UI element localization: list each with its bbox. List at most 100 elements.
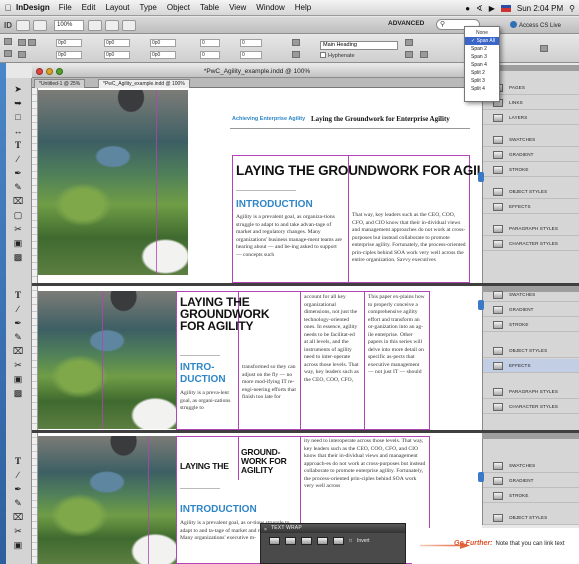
menu-window[interactable]: Window	[256, 3, 284, 12]
menu-app-name[interactable]: InDesign	[16, 3, 50, 12]
page3-heading-left[interactable]: LAYING THE	[180, 461, 229, 471]
page3-heading-right[interactable]: GROUND-WORK FOR AGILITY	[241, 448, 297, 475]
panel-layers[interactable]: LAYERS	[483, 111, 579, 125]
type-tool-icon-2[interactable]: T	[12, 290, 24, 301]
bulleted-list-icon[interactable]	[292, 39, 300, 46]
page1-intro[interactable]: INTRODUCTION	[236, 199, 313, 210]
page3-intro[interactable]: INTRODUCTION	[180, 504, 257, 515]
line-tool-icon-3[interactable]: ∕	[12, 470, 24, 481]
span-columns-icon[interactable]	[420, 51, 428, 58]
panel-object-styles[interactable]: OBJECT STYLES	[483, 185, 579, 199]
close-window-icon[interactable]	[36, 68, 43, 75]
rectangle-frame-tool-icon[interactable]: ⌧	[12, 196, 24, 207]
page2-column-1[interactable]: Agility is a preva-lent goal, as organi-…	[180, 390, 234, 426]
drop-cap-lines-field[interactable]: 0	[200, 39, 220, 47]
numbered-list-icon[interactable]	[292, 51, 300, 58]
menu-type[interactable]: Type	[140, 3, 157, 12]
invert-checkbox[interactable]: □	[349, 538, 352, 544]
span-option-split-2[interactable]: Split 2	[465, 69, 499, 77]
wrap-object-shape-icon[interactable]	[301, 537, 312, 545]
shading-field[interactable]: 0	[240, 39, 262, 47]
panel-stroke-3[interactable]: STROKE	[483, 489, 579, 503]
panel-gradient[interactable]: GRADIENT	[483, 148, 579, 162]
close-panel-icon[interactable]: ×	[264, 526, 267, 535]
scissors-tool-icon[interactable]: ✂	[12, 224, 24, 235]
zoom-window-icon[interactable]	[56, 68, 63, 75]
panel-paragraph-styles[interactable]: PARAGRAPH STYLES	[483, 222, 579, 236]
panel-effects-2[interactable]: EFFECTS	[483, 359, 579, 373]
line-tool-icon-2[interactable]: ∕	[12, 304, 24, 315]
drop-cap-chars-field[interactable]: 0	[200, 51, 220, 59]
span-option-none[interactable]: None	[465, 29, 499, 37]
right-indent-field[interactable]: 0p0	[104, 39, 130, 47]
menu-view[interactable]: View	[229, 3, 246, 12]
panel-character-styles-2[interactable]: CHARACTER STYLES	[483, 400, 579, 414]
photo-frame-2[interactable]	[38, 291, 176, 429]
page2-column-2[interactable]: transformed so they can adjust on the fl…	[242, 364, 296, 426]
arrange-documents-button[interactable]	[122, 19, 136, 31]
photo-frame-3[interactable]	[38, 436, 176, 564]
panel-gradient-2[interactable]: GRADIENT	[483, 303, 579, 317]
screen-mode-button[interactable]	[105, 19, 119, 31]
scissors-tool-icon-2[interactable]: ✂	[12, 360, 24, 371]
menu-table[interactable]: Table	[200, 3, 219, 12]
free-transform-tool-icon-2[interactable]: ▣	[12, 374, 24, 385]
panel-swatches-3[interactable]: SWATCHES	[483, 459, 579, 473]
apple-icon[interactable]: 	[0, 3, 16, 13]
jump-object-icon[interactable]	[317, 537, 328, 545]
pen-tool-icon[interactable]: ✒	[12, 168, 24, 179]
space-before-field[interactable]: 0p0	[150, 39, 176, 47]
menu-layout[interactable]: Layout	[105, 3, 129, 12]
page-tool-icon[interactable]: □	[12, 112, 24, 123]
panel-gradient-3[interactable]: GRADIENT	[483, 474, 579, 488]
span-option-span-2[interactable]: Span 2	[465, 45, 499, 53]
last-line-indent-field[interactable]: 0p0	[104, 51, 130, 59]
page2-heading[interactable]: LAYING THE GROUNDWORK FOR AGILITY	[180, 296, 290, 332]
free-transform-tool-icon[interactable]: ▣	[12, 238, 24, 249]
workspace-switcher[interactable]: ADVANCED	[388, 20, 424, 27]
page2-column-4[interactable]: This paper ex-plains how to properly con…	[368, 294, 426, 426]
columns-field[interactable]: 0	[240, 51, 262, 59]
direct-selection-tool-icon[interactable]: ➥	[12, 98, 24, 109]
mini-bridge-button[interactable]	[33, 19, 47, 31]
sync-icon[interactable]: ●	[465, 4, 470, 13]
dock-resize-handle-1[interactable]	[478, 172, 484, 182]
panel-object-styles-3[interactable]: OBJECT STYLES	[483, 511, 579, 525]
wrap-bounding-box-icon[interactable]	[285, 537, 296, 545]
first-line-indent-field[interactable]: 0p0	[56, 51, 82, 59]
gradient-tool-icon-2[interactable]: ▩	[12, 388, 24, 399]
pen-tool-icon-2[interactable]: ✒	[12, 318, 24, 329]
pencil-tool-icon[interactable]: ✎	[12, 182, 24, 193]
align-towards-spine-icon[interactable]	[18, 51, 26, 58]
hyphenate-checkbox-box[interactable]	[320, 52, 326, 58]
selection-tool-icon[interactable]: ➤	[12, 84, 24, 95]
page2-intro[interactable]: INTRO-DUCTION	[180, 362, 240, 386]
gap-tool-icon[interactable]: ↔	[12, 126, 24, 137]
tab-untitled[interactable]: *Untitled-1 @ 25%	[34, 79, 86, 88]
pen-tool-icon-3[interactable]: ✒	[12, 484, 24, 495]
tab-pwc-agility[interactable]: *PwC_Agility_example.indd @ 100%	[98, 79, 190, 88]
type-tool-icon-3[interactable]: T	[12, 456, 24, 467]
panel-stroke-2[interactable]: STROKE	[483, 318, 579, 332]
page3-column-2[interactable]: ity need to interoperate across those le…	[304, 438, 426, 524]
bridge-button[interactable]	[16, 19, 30, 31]
zoom-level-field[interactable]: 100%	[54, 19, 84, 31]
span-option-span-3[interactable]: Span 3	[465, 53, 499, 61]
minimize-window-icon[interactable]	[46, 68, 53, 75]
rectangle-frame-tool-icon-2[interactable]: ⌧	[12, 346, 24, 357]
menu-object[interactable]: Object	[167, 3, 190, 12]
align-to-baseline-grid-icon[interactable]	[405, 39, 413, 46]
no-wrap-icon[interactable]	[269, 537, 280, 545]
span-option-split-3[interactable]: Split 3	[465, 77, 499, 85]
type-tool-icon[interactable]: T	[12, 140, 24, 151]
menu-help[interactable]: Help	[295, 3, 311, 12]
panel-character-styles[interactable]: CHARACTER STYLES	[483, 237, 579, 251]
panel-swatches-2[interactable]: SWATCHES	[483, 288, 579, 302]
rectangle-frame-tool-icon-3[interactable]: ⌧	[12, 512, 24, 523]
spotlight-icon[interactable]: ⚲	[569, 4, 575, 13]
panel-effects[interactable]: EFFECTS	[483, 200, 579, 214]
menu-edit[interactable]: Edit	[82, 3, 96, 12]
hyphenate-checkbox[interactable]: Hyphenate	[320, 52, 355, 59]
left-indent-field[interactable]: 0p0	[56, 39, 82, 47]
panel-stroke[interactable]: STROKE	[483, 163, 579, 177]
